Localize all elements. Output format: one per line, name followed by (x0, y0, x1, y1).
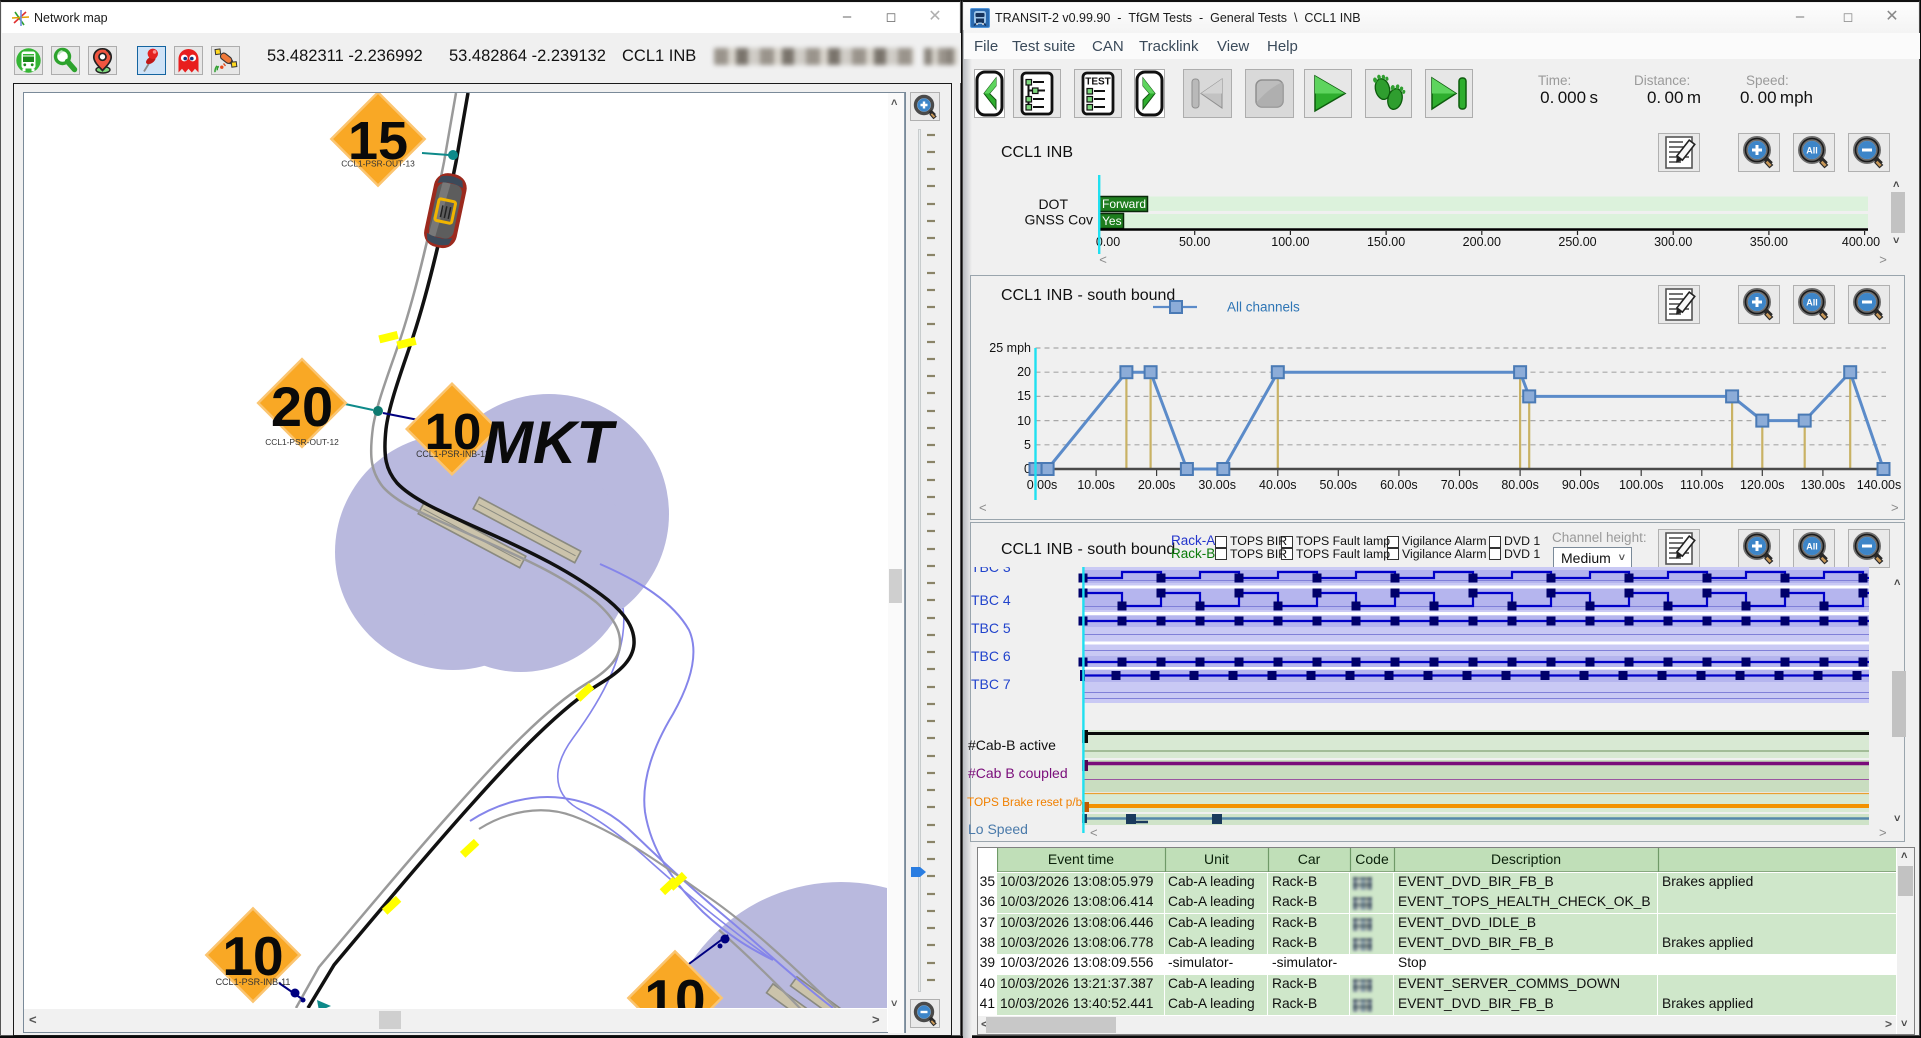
svg-text:40.00s: 40.00s (1259, 478, 1297, 492)
svg-text:20: 20 (1017, 365, 1031, 379)
svg-text:CCL1-PSR-OUT-13: CCL1-PSR-OUT-13 (341, 159, 415, 169)
svg-text:200.00: 200.00 (1463, 235, 1501, 249)
svg-text:20: 20 (271, 375, 333, 438)
svg-text:100.00: 100.00 (1271, 235, 1309, 249)
svg-text:˂: ˂ (979, 500, 987, 515)
svg-text:All: All (1806, 146, 1818, 156)
svg-text:100.00s: 100.00s (1619, 478, 1663, 492)
svg-text:60.00s: 60.00s (1380, 478, 1418, 492)
svg-text:70.00s: 70.00s (1441, 478, 1479, 492)
svg-text:30.00s: 30.00s (1198, 478, 1236, 492)
svg-text:˃: ˃ (1891, 500, 1899, 515)
svg-text:15: 15 (1017, 389, 1031, 403)
svg-text:CCL1-PSR-INB-11: CCL1-PSR-INB-11 (216, 977, 291, 987)
svg-text:DOT: DOT (1038, 196, 1068, 212)
svg-text:0.00s: 0.00s (1027, 478, 1058, 492)
svg-text:300.00: 300.00 (1654, 235, 1692, 249)
svg-text:Yes: Yes (1102, 214, 1122, 228)
svg-text:TEST: TEST (1085, 77, 1111, 88)
svg-text:110.00s: 110.00s (1680, 478, 1724, 492)
svg-text:140.00s: 140.00s (1857, 478, 1901, 492)
svg-text:250.00: 250.00 (1558, 235, 1596, 249)
svg-text:120.00s: 120.00s (1740, 478, 1784, 492)
svg-text:CCL1-PSR-INB-13: CCL1-PSR-INB-13 (416, 449, 490, 459)
svg-text:90.00s: 90.00s (1562, 478, 1600, 492)
svg-text:25 mph: 25 mph (989, 341, 1031, 355)
svg-text:˂: ˂ (1090, 825, 1098, 840)
svg-text:˂: ˂ (1099, 252, 1107, 267)
svg-text:˃: ˃ (1879, 252, 1887, 267)
svg-text:˃: ˃ (1879, 825, 1887, 840)
svg-text:10: 10 (644, 968, 705, 1008)
svg-text:Forward: Forward (1102, 197, 1146, 211)
svg-text:130.00s: 130.00s (1801, 478, 1845, 492)
svg-text:50.00: 50.00 (1179, 235, 1210, 249)
svg-text:80.00s: 80.00s (1501, 478, 1539, 492)
svg-text:10: 10 (1017, 414, 1031, 428)
svg-text:20.00s: 20.00s (1138, 478, 1176, 492)
svg-text:50.00s: 50.00s (1320, 478, 1358, 492)
svg-text:GNSS Cov: GNSS Cov (1025, 212, 1093, 228)
svg-text:5: 5 (1024, 438, 1031, 452)
svg-text:150.00: 150.00 (1367, 235, 1405, 249)
svg-text:350.00: 350.00 (1750, 235, 1788, 249)
svg-text:MKT: MKT (483, 409, 617, 476)
svg-text:10.00s: 10.00s (1077, 478, 1115, 492)
svg-text:400.00: 400.00 (1842, 235, 1880, 249)
svg-text:CCL1-PSR-OUT-12: CCL1-PSR-OUT-12 (265, 437, 339, 447)
